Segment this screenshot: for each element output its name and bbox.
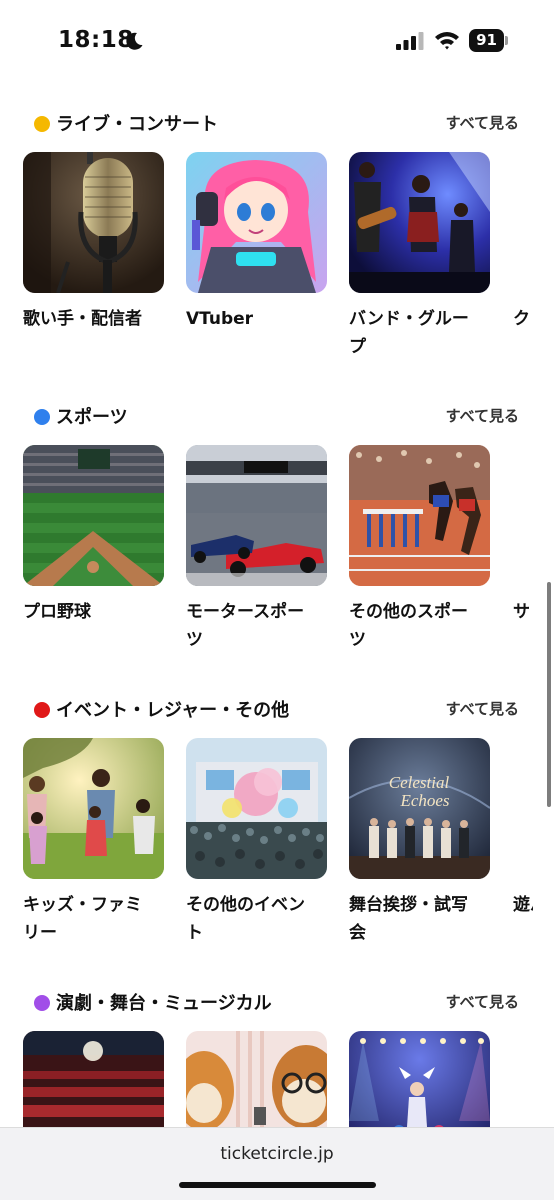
category-dot bbox=[34, 995, 50, 1011]
category-card[interactable]: キッズ・ファミリー bbox=[23, 738, 164, 947]
card-label: ク bbox=[513, 309, 530, 329]
section-live-concert: ライブ・コンサート すべて見る 歌い手・配信者 VTuber バンド・グループ … bbox=[0, 108, 554, 378]
category-dot bbox=[34, 116, 50, 132]
card-label: 歌い手・配信者 bbox=[23, 309, 142, 329]
category-card[interactable]: Celestial Echoes 舞台挨拶・試写会 bbox=[349, 738, 490, 947]
see-all-link[interactable]: すべて見る bbox=[446, 405, 519, 426]
card-label: モータースポーツ bbox=[186, 602, 305, 650]
browser-address-bar[interactable]: ticketcircle.jp bbox=[0, 1127, 554, 1200]
section-sports: スポーツ すべて見る プロ野球 モータースポーツ その他のスポーツ サ bbox=[0, 401, 554, 671]
soccer-field-image bbox=[513, 445, 533, 586]
card-label: サ bbox=[513, 602, 530, 622]
anime-character-image bbox=[186, 152, 327, 293]
card-label: その他のイベント bbox=[186, 895, 305, 943]
section-header: 演劇・舞台・ミュージカル すべて見る bbox=[0, 987, 554, 1017]
concert-crowd-image bbox=[513, 152, 533, 293]
status-time: 18:18 bbox=[58, 27, 134, 53]
section-title: ライブ・コンサート bbox=[56, 114, 218, 135]
category-card[interactable]: その他のイベント bbox=[186, 738, 327, 947]
signal-icon bbox=[396, 32, 424, 50]
category-card[interactable]: モータースポーツ bbox=[186, 445, 327, 654]
category-card[interactable]: 歌い手・配信者 bbox=[23, 152, 164, 333]
category-card[interactable]: プロ野球 bbox=[23, 445, 164, 626]
wifi-icon bbox=[435, 32, 459, 50]
status-bar: 18:18 91 bbox=[0, 0, 554, 84]
card-label: その他のスポーツ bbox=[349, 602, 468, 650]
card-label: キッズ・ファミリー bbox=[23, 895, 142, 943]
card-label: プロ野球 bbox=[23, 602, 91, 622]
see-all-link[interactable]: すべて見る bbox=[446, 698, 519, 719]
section-title: イベント・レジャー・その他 bbox=[56, 700, 290, 721]
moon-icon bbox=[126, 32, 143, 50]
card-label: バンド・グループ bbox=[349, 309, 469, 357]
card-label: 遊パ bbox=[513, 895, 533, 915]
category-card[interactable]: VTuber bbox=[186, 152, 327, 333]
section-header: ライブ・コンサート すべて見る bbox=[0, 108, 554, 138]
baseball-stadium-image bbox=[23, 445, 164, 586]
scroll-indicator[interactable] bbox=[547, 582, 551, 807]
premiere-title-line2: Echoes bbox=[399, 791, 449, 810]
battery-level: 91 bbox=[469, 29, 504, 52]
home-indicator[interactable] bbox=[179, 1182, 376, 1188]
category-dot bbox=[34, 702, 50, 718]
battery-icon: 91 bbox=[469, 29, 509, 52]
category-card[interactable]: その他のスポーツ bbox=[349, 445, 490, 654]
see-all-link[interactable]: すべて見る bbox=[446, 991, 519, 1012]
card-label: VTuber bbox=[186, 309, 254, 329]
category-card[interactable]: 遊パ bbox=[513, 738, 533, 919]
category-dot bbox=[34, 409, 50, 425]
festival-crowd-image bbox=[186, 738, 327, 879]
url-text[interactable]: ticketcircle.jp bbox=[0, 1144, 554, 1164]
section-events-leisure: イベント・レジャー・その他 すべて見る キッズ・ファミリー その他のイベント C… bbox=[0, 694, 554, 964]
ferris-wheel-image bbox=[513, 738, 533, 879]
premiere-title-line1: Celestial bbox=[389, 773, 450, 792]
section-header: スポーツ すべて見る bbox=[0, 401, 554, 431]
hurdles-image bbox=[349, 445, 490, 586]
section-title: スポーツ bbox=[56, 407, 128, 428]
card-label: 舞台挨拶・試写会 bbox=[349, 895, 468, 943]
family-park-image bbox=[23, 738, 164, 879]
premiere-stage-image: Celestial Echoes bbox=[349, 738, 490, 879]
microphone-image bbox=[23, 152, 164, 293]
section-header: イベント・レジャー・その他 すべて見る bbox=[0, 694, 554, 724]
category-card[interactable]: バンド・グループ bbox=[349, 152, 490, 361]
race-cars-image bbox=[186, 445, 327, 586]
category-card[interactable]: サ bbox=[513, 445, 533, 626]
section-title: 演劇・舞台・ミュージカル bbox=[56, 993, 272, 1014]
band-stage-image bbox=[349, 152, 490, 293]
category-card[interactable]: ク bbox=[513, 152, 533, 333]
see-all-link[interactable]: すべて見る bbox=[446, 112, 519, 133]
